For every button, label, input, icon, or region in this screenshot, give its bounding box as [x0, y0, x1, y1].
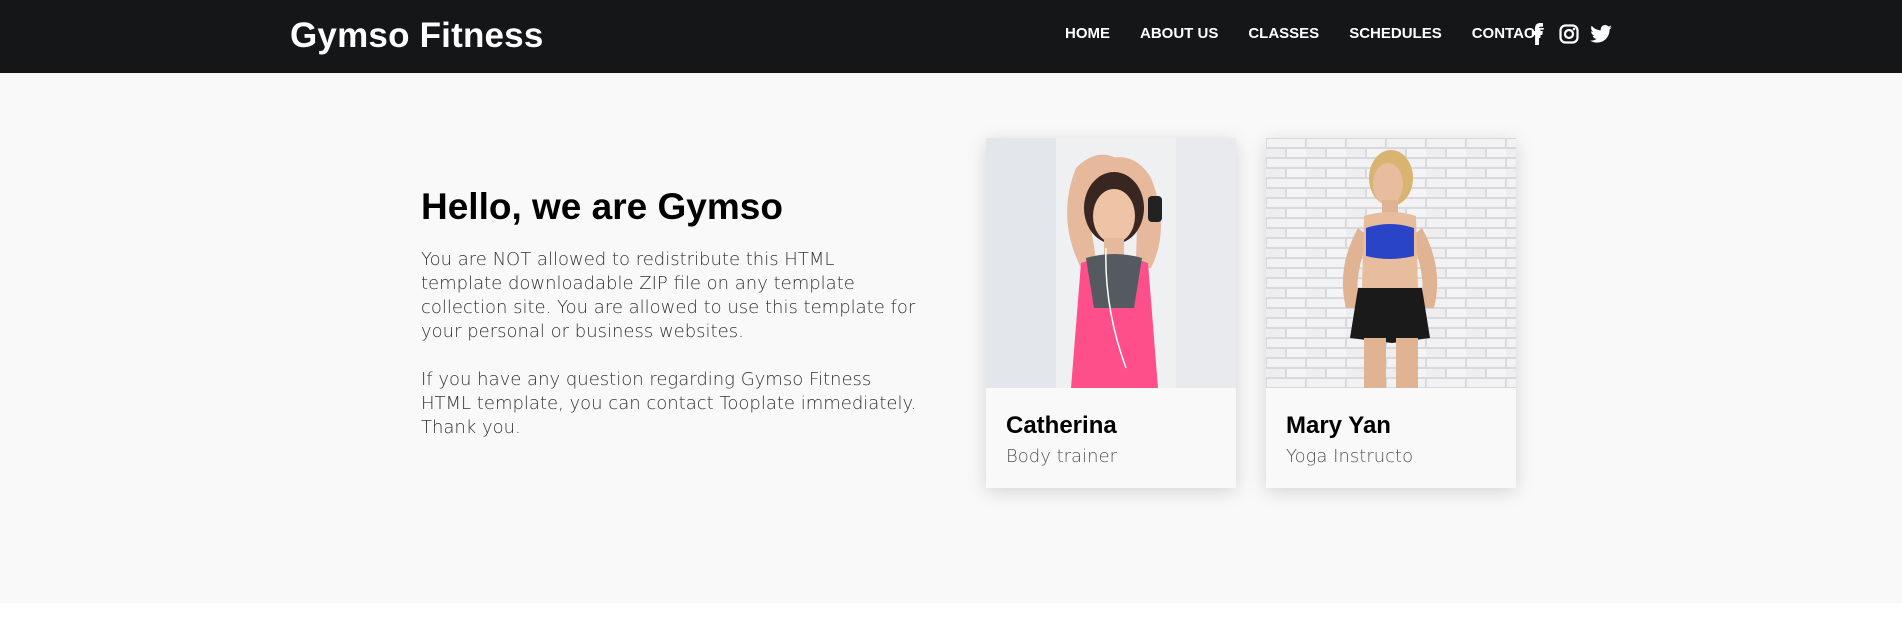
trainer-name: Mary Yan — [1286, 412, 1391, 439]
nav-classes[interactable]: CLASSES — [1248, 25, 1319, 42]
trainer-role: Yoga Instructo — [1286, 446, 1414, 467]
nav-home[interactable]: HOME — [1065, 25, 1110, 42]
trainer-photo — [1266, 138, 1516, 388]
instagram-icon[interactable] — [1558, 23, 1580, 45]
nav-menu: HOME ABOUT US CLASSES SCHEDULES CONTACT — [1065, 25, 1574, 42]
trainer-role: Body trainer — [1006, 446, 1117, 467]
facebook-icon[interactable] — [1526, 23, 1548, 45]
about-paragraph-1: You are NOT allowed to redistribute this… — [421, 249, 916, 342]
trainer-photo — [986, 138, 1236, 388]
brand-logo[interactable]: Gymso Fitness — [290, 16, 544, 56]
trainer-name: Catherina — [1006, 412, 1117, 439]
about-section: Hello, we are Gymso You are NOT allowed … — [0, 73, 1902, 603]
about-title: Hello, we are Gymso — [421, 186, 783, 227]
about-paragraph-2: If you have any question regarding Gymso… — [421, 369, 917, 438]
trainer-card: Mary Yan Yoga Instructo — [1266, 138, 1516, 488]
twitter-icon[interactable] — [1590, 23, 1612, 45]
social-links — [1526, 23, 1622, 45]
trainer-card: Catherina Body trainer — [986, 138, 1236, 488]
nav-schedules[interactable]: SCHEDULES — [1349, 25, 1442, 42]
navbar: Gymso Fitness HOME ABOUT US CLASSES SCHE… — [0, 0, 1902, 73]
nav-about-us[interactable]: ABOUT US — [1140, 25, 1218, 42]
